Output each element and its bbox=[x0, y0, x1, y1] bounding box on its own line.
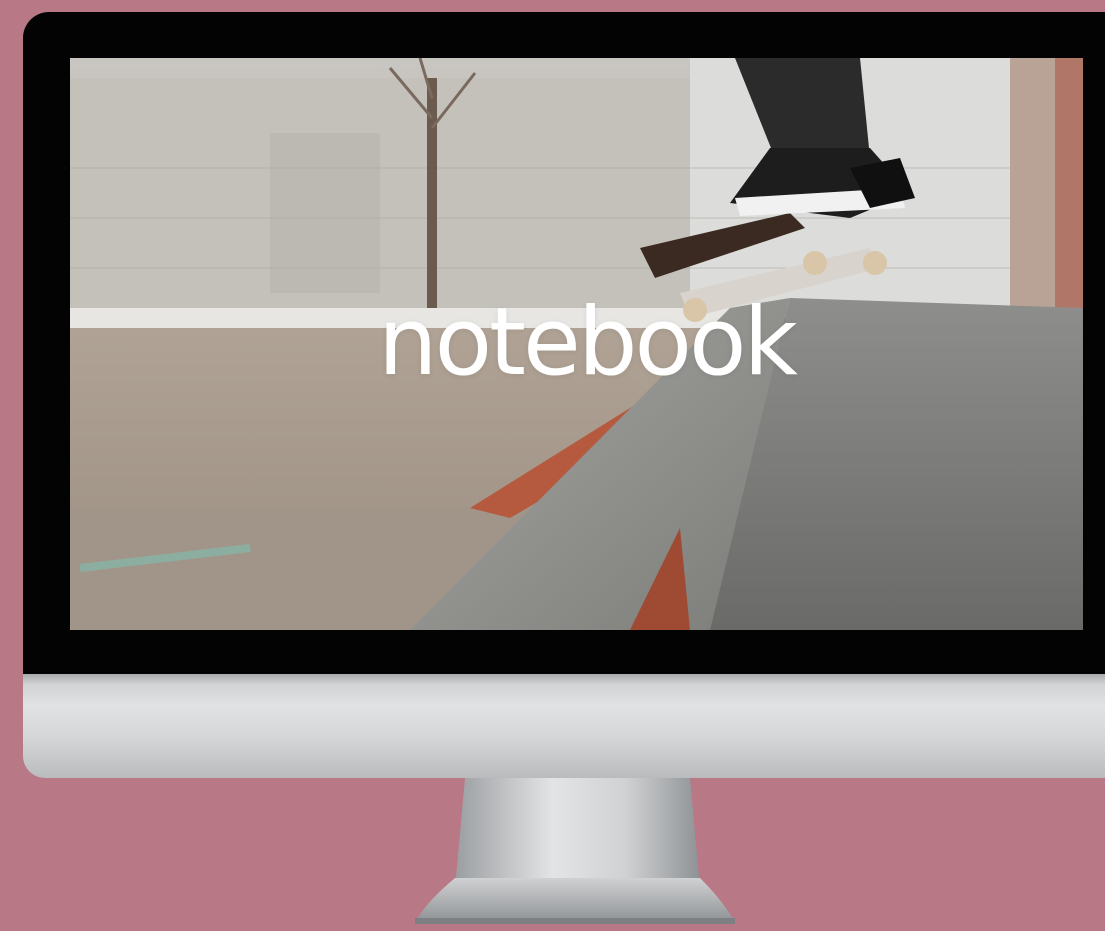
brand-logo: notebook bbox=[378, 288, 798, 397]
screen-display: notebook bbox=[70, 58, 1083, 630]
imac-monitor: notebook bbox=[23, 12, 1105, 778]
monitor-chin bbox=[23, 674, 1105, 778]
monitor-stand bbox=[405, 778, 745, 927]
